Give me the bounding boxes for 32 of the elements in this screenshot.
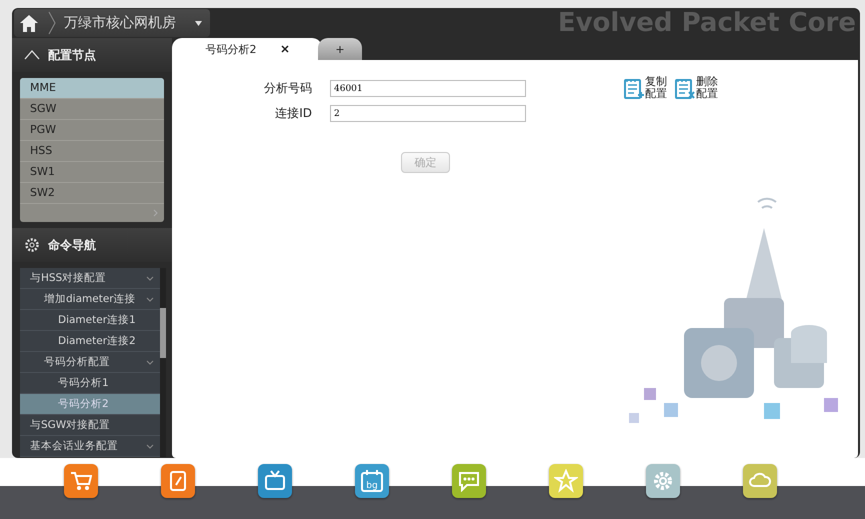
field-label: 分析号码 — [263, 80, 312, 97]
close-icon[interactable] — [280, 45, 288, 53]
notebook-icon[interactable] — [161, 464, 195, 498]
scrollbar[interactable] — [160, 268, 166, 457]
tv-icon[interactable] — [258, 464, 292, 498]
chevron-down-icon — [146, 444, 154, 448]
node-item[interactable]: MME — [20, 78, 164, 99]
location-dropdown[interactable]: 万绿市核心网机房 — [14, 9, 210, 37]
chat-icon[interactable] — [452, 464, 486, 498]
panel-header: 命令导航 — [12, 228, 172, 262]
tab[interactable]: 号码分析2 — [172, 38, 322, 60]
field-label: 连接ID — [274, 105, 312, 122]
chevron-right-icon[interactable] — [153, 209, 158, 217]
chevron-down-icon — [146, 276, 154, 280]
notepad-plus-icon — [624, 77, 644, 99]
input-field[interactable]: 46001 — [330, 80, 526, 97]
tab[interactable]: + — [318, 38, 362, 60]
separator-icon — [48, 11, 56, 35]
gear-icon[interactable] — [646, 464, 680, 498]
cloud-icon[interactable] — [743, 464, 777, 498]
cart-icon[interactable] — [64, 464, 98, 498]
toolbar-button[interactable]: 删除配置 — [675, 76, 720, 100]
input-field[interactable]: 2 — [330, 105, 526, 122]
home-icon — [18, 12, 40, 34]
dropdown-caret-icon — [195, 20, 202, 26]
toolbar-button[interactable]: 复制配置 — [624, 76, 669, 100]
gear-icon — [24, 237, 40, 253]
notepad-x-icon — [675, 77, 695, 99]
caret-up-icon — [24, 50, 40, 60]
panel-header: 配置节点 — [12, 38, 172, 72]
chevron-down-icon — [146, 296, 154, 302]
chevron-down-icon — [146, 360, 154, 364]
